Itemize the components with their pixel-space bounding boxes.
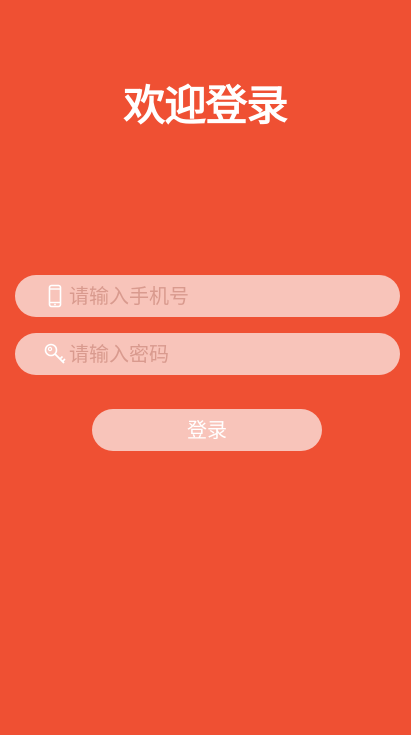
login-button[interactable]: 登录 [92,409,322,451]
key-icon [43,342,67,366]
phone-input[interactable] [69,275,379,317]
phone-field[interactable] [15,275,400,317]
page-title: 欢迎登录 [123,81,288,130]
mobile-phone-icon [43,284,67,308]
password-input[interactable] [69,333,379,375]
password-field[interactable] [15,333,400,375]
